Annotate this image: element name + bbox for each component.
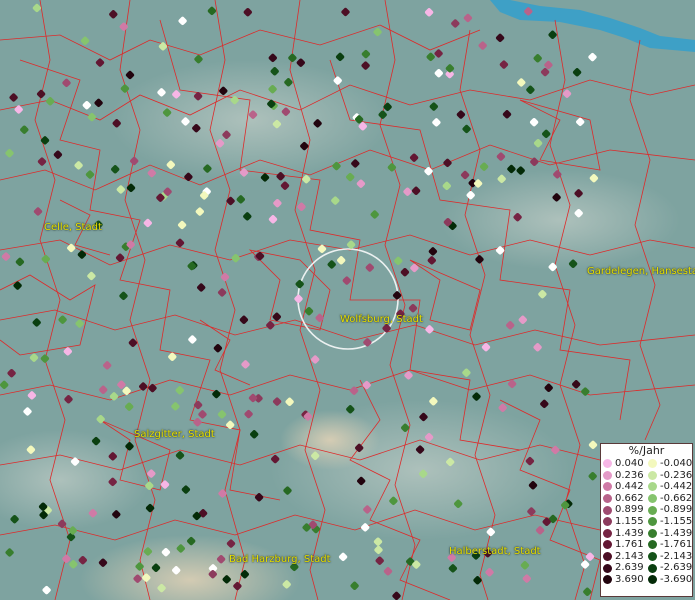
legend-row: 1.761 -1.761 [601, 539, 692, 551]
legend: %/Jahr 0.040 -0.040 0.236 -0.236 0.442 -0.442… [600, 443, 693, 597]
legend-row: 0.662 -0.662 [601, 493, 692, 505]
legend-row: 2.143 -2.143 [601, 551, 692, 563]
legend-entry-positive: 0.236 [601, 470, 646, 482]
city-label-wolfsburg: Wolfsburg, Stadt [340, 314, 423, 325]
legend-swatch [648, 540, 657, 550]
legend-entry-positive: 2.143 [601, 551, 646, 563]
legend-label: -1.761 [660, 539, 693, 551]
legend-entry-negative: -1.155 [646, 516, 692, 528]
legend-row: 0.442 -0.442 [601, 481, 692, 493]
legend-label: 0.899 [615, 504, 644, 516]
legend-label: 0.662 [615, 492, 644, 504]
legend-label: 1.761 [615, 539, 644, 551]
legend-label: 2.639 [615, 562, 644, 574]
legend-label: -0.236 [660, 469, 693, 481]
legend-entry-positive: 0.442 [601, 481, 646, 493]
legend-entry-negative: -0.899 [646, 504, 692, 516]
legend-label: -0.899 [660, 504, 693, 516]
legend-label: 0.236 [615, 469, 644, 481]
legend-swatch [648, 563, 657, 573]
city-label-halberstadt: Halberstadt, Stadt [449, 546, 541, 557]
legend-label: -2.143 [660, 550, 693, 562]
legend-label: 1.155 [615, 515, 644, 527]
legend-entry-negative: -0.236 [646, 470, 692, 482]
legend-label: -1.155 [660, 515, 693, 527]
legend-entry-positive: 3.690 [601, 574, 646, 586]
legend-label: 0.442 [615, 481, 644, 493]
legend-rows: 0.040 -0.040 0.236 -0.236 0.442 -0.442 0.662 -0… [601, 458, 692, 586]
legend-swatch [648, 459, 657, 469]
terrain-shade [110, 60, 390, 180]
legend-swatch [603, 470, 612, 480]
legend-entry-positive: 2.639 [601, 562, 646, 574]
legend-entry-positive: 1.761 [601, 539, 646, 551]
legend-row: 0.899 -0.899 [601, 504, 692, 516]
legend-label: -3.690 [660, 573, 693, 585]
city-label-salzgitter: Salzgitter, Stadt [134, 429, 215, 440]
legend-swatch [648, 517, 657, 527]
legend-swatch [603, 575, 612, 585]
map-canvas[interactable] [0, 0, 695, 600]
legend-entry-positive: 0.040 [601, 458, 646, 470]
legend-label: 2.143 [615, 550, 644, 562]
legend-label: -0.442 [660, 481, 693, 493]
legend-entry-negative: -3.690 [646, 574, 692, 586]
city-label-gardelegen: Gardelegen, Hansestadt [587, 266, 695, 277]
legend-entry-negative: -1.761 [646, 539, 692, 551]
legend-swatch [648, 575, 657, 585]
city-label-bad-harzburg: Bad Harzburg, Stadt [229, 554, 331, 565]
legend-swatch [648, 552, 657, 562]
legend-entry-negative: -1.439 [646, 528, 692, 540]
legend-swatch [648, 482, 657, 492]
legend-swatch [603, 552, 612, 562]
legend-entry-negative: -0.040 [646, 458, 692, 470]
legend-row: 3.690 -3.690 [601, 574, 692, 586]
legend-swatch [648, 505, 657, 515]
legend-entry-positive: 1.155 [601, 516, 646, 528]
city-label-celle: Celle, Stadt [44, 222, 102, 233]
legend-entry-negative: -2.143 [646, 551, 692, 563]
legend-swatch [603, 482, 612, 492]
legend-label: -2.639 [660, 562, 693, 574]
legend-swatch [603, 563, 612, 573]
legend-label: 1.439 [615, 527, 644, 539]
legend-swatch [648, 528, 657, 538]
legend-label: 0.040 [615, 458, 644, 469]
legend-entry-negative: -0.442 [646, 481, 692, 493]
legend-entry-positive: 1.439 [601, 528, 646, 540]
legend-label: -0.040 [660, 458, 693, 469]
legend-swatch [603, 494, 612, 504]
legend-entry-negative: -2.639 [646, 562, 692, 574]
legend-label: -0.662 [660, 492, 693, 504]
legend-row: 0.236 -0.236 [601, 470, 692, 482]
legend-swatch [648, 494, 657, 504]
legend-swatch [603, 459, 612, 469]
legend-row: 1.439 -1.439 [601, 528, 692, 540]
legend-swatch [603, 528, 612, 538]
legend-swatch [648, 470, 657, 480]
legend-entry-positive: 0.662 [601, 493, 646, 505]
legend-swatch [603, 517, 612, 527]
legend-swatch [603, 540, 612, 550]
legend-entry-positive: 0.899 [601, 504, 646, 516]
legend-label: -1.439 [660, 527, 693, 539]
legend-label: 3.690 [615, 573, 644, 585]
legend-title: %/Jahr [628, 444, 665, 457]
legend-entry-negative: -0.662 [646, 493, 692, 505]
legend-row: 2.639 -2.639 [601, 562, 692, 574]
legend-row: 0.040 -0.040 [601, 458, 692, 470]
legend-swatch [603, 505, 612, 515]
legend-row: 1.155 -1.155 [601, 516, 692, 528]
